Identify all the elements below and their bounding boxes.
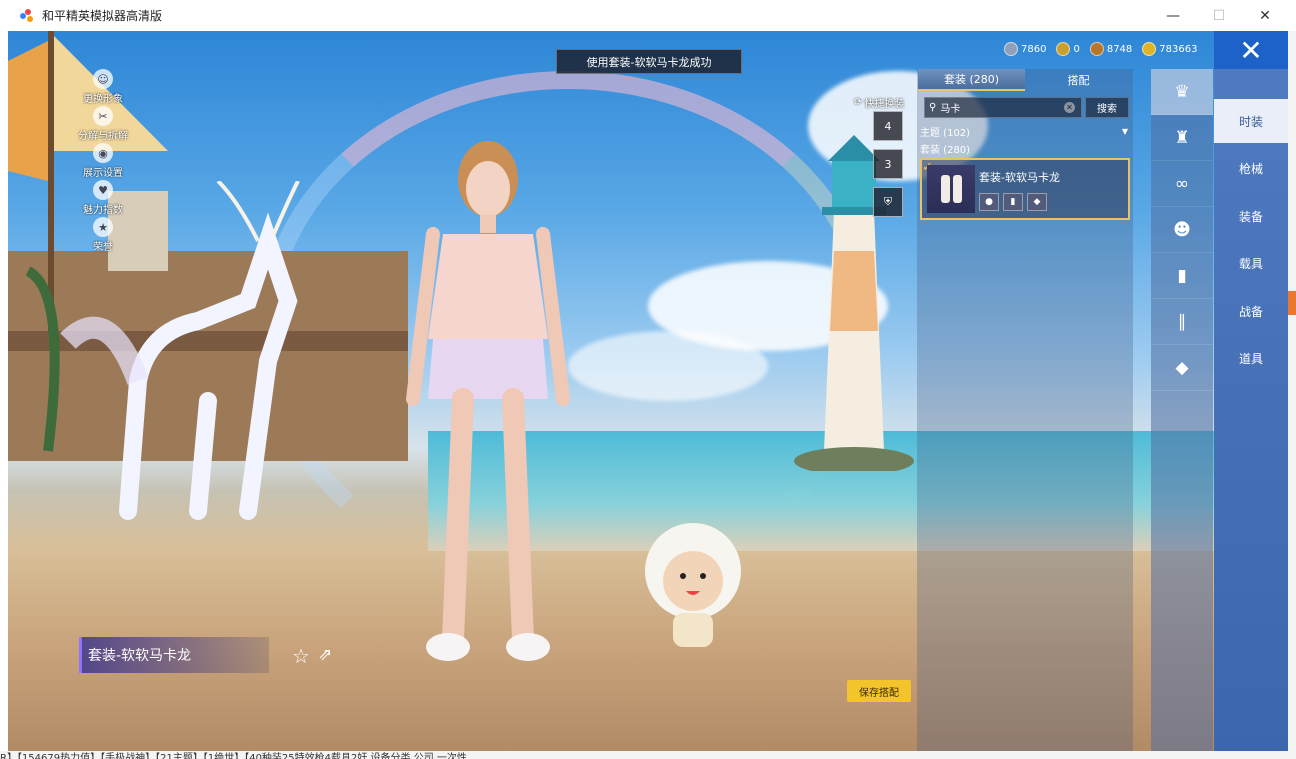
outfit-card-name: 套装-软软马卡龙	[979, 171, 1060, 184]
left-menu-item[interactable]: ★ 荣誉	[68, 217, 138, 254]
dropdown-arrow-icon: ▼	[1121, 126, 1128, 136]
title-bar: 和平精英模拟器高清版 — ☐ ✕	[8, 0, 1288, 31]
hat-icon: ●	[979, 193, 999, 211]
save-combo-button[interactable]: 保存搭配	[847, 680, 911, 702]
search-icon: ⚲	[929, 102, 937, 113]
category-tab[interactable]: 道具	[1214, 337, 1288, 381]
left-menu-item[interactable]: ♥ 魅力指数	[68, 180, 138, 217]
background-window-text: R】【154679热力值】【手极战神】【21主题】【1绝世】【40种装25特效枪…	[0, 751, 1296, 759]
category-tab[interactable]: 枪械	[1214, 147, 1288, 191]
currency-value: 783663	[1159, 43, 1198, 55]
outfit-thumbnail	[927, 165, 975, 213]
game-viewport: 使用套装-软软马卡龙成功 7860 0 8748 783663 ✕ ☺ 更换形象 ✂ 分解与…	[8, 31, 1288, 751]
theme-filter[interactable]: 主题 (102) ▼	[920, 123, 1128, 139]
close-panel-button[interactable]: ✕	[1214, 31, 1288, 69]
currency-item: 0	[1056, 42, 1080, 56]
quick-slot-armor[interactable]: ⛨	[873, 187, 903, 217]
gold-token-icon	[1056, 42, 1071, 56]
outfit-name-bar: 套装-软软马卡龙	[79, 637, 269, 673]
favorite-icon[interactable]: ☆	[292, 644, 310, 668]
window-title: 和平精英模拟器高清版	[42, 9, 163, 23]
category-tab[interactable]: 载具	[1214, 242, 1288, 286]
currency-bar: 7860 0 8748 783663	[1004, 39, 1197, 59]
refresh-icon: ⟳	[854, 97, 863, 108]
diamond-coin-icon	[1004, 42, 1018, 56]
honor-icon: ★	[93, 217, 113, 237]
top-icon: ▮	[1003, 193, 1023, 211]
category-tab[interactable]: 时装	[1214, 99, 1288, 143]
eye-icon: ◉	[93, 143, 113, 163]
left-menu-item[interactable]: ◉ 展示设置	[68, 143, 138, 180]
left-menu: ☺ 更换形象 ✂ 分解与拆解 ◉ 展示设置 ♥ 魅力指数 ★ 荣誉	[68, 69, 138, 254]
lighthouse-illustration	[794, 135, 914, 471]
category-tab[interactable]: 装备	[1214, 194, 1288, 238]
pants-icon[interactable]: ∥	[1151, 299, 1213, 345]
left-menu-label: 荣誉	[93, 242, 113, 253]
share-icon[interactable]: ⇗	[318, 645, 332, 665]
left-menu-label: 展示设置	[83, 168, 123, 179]
left-menu-label: 更换形象	[83, 94, 123, 105]
left-menu-label: 魅力指数	[83, 205, 123, 216]
charm-icon: ♥	[93, 180, 113, 200]
armor-icon: ⛨	[883, 195, 893, 208]
tab-combos[interactable]: 搭配	[1025, 69, 1132, 91]
outfit-card[interactable]: ✓ 套装-软软马卡龙 ● ▮ ◆	[920, 158, 1130, 220]
category-tab[interactable]: 战备	[1214, 289, 1288, 333]
glasses-icon[interactable]: ∞	[1151, 161, 1213, 207]
tab-suits[interactable]: 套装 (280)	[918, 69, 1025, 91]
shoes-icon: ◆	[1027, 193, 1047, 211]
clear-icon[interactable]: ✕	[1064, 102, 1075, 113]
background-window-edge	[1288, 31, 1296, 751]
suit-count: 套装 (280)	[920, 145, 971, 156]
shoes-icon[interactable]: ◆	[1151, 345, 1213, 391]
outfit-icon[interactable]: ♛	[1151, 69, 1213, 115]
currency-value: 8748	[1106, 43, 1133, 55]
left-menu-item[interactable]: ✂ 分解与拆解	[68, 106, 138, 143]
hat-icon[interactable]: ♜	[1151, 115, 1213, 161]
search-input[interactable]: ⚲ 马卡 ✕	[924, 97, 1082, 118]
close-window-button[interactable]: ✕	[1242, 0, 1288, 31]
success-toast: 使用套装-软软马卡龙成功	[556, 49, 742, 74]
quick-slot-4[interactable]: 4	[873, 111, 903, 141]
currency-value: 7860	[1021, 43, 1047, 55]
currency-value: 0	[1073, 43, 1080, 55]
bronze-coin-icon	[1089, 42, 1104, 56]
search-button[interactable]: 搜索	[1085, 97, 1129, 118]
person-icon: ☺	[93, 69, 113, 89]
top-icon[interactable]: ▮	[1151, 253, 1213, 299]
left-menu-item[interactable]: ☺ 更换形象	[68, 69, 138, 106]
quick-slot-3[interactable]: 3	[873, 149, 903, 179]
maximize-button[interactable]: ☐	[1196, 0, 1242, 31]
left-menu-label: 分解与拆解	[78, 131, 128, 142]
currency-item: 783663	[1142, 42, 1197, 56]
app-logo-icon	[20, 8, 34, 23]
panel-tabs: 套装 (280) 搭配	[918, 69, 1132, 91]
gold-coin-icon	[1142, 42, 1157, 56]
character-model	[406, 141, 570, 661]
dismantle-icon: ✂	[93, 106, 113, 126]
mask-icon[interactable]: ☻	[1151, 207, 1213, 253]
category-column: 时装 枪械 装备 载具 战备 道具	[1214, 69, 1288, 751]
slot-icon-column: ♛ ♜ ∞ ☻ ▮ ∥ ◆	[1151, 69, 1213, 751]
emulator-window: 和平精英模拟器高清版 — ☐ ✕ 使用套装-软软马卡龙成功 7860 0 874…	[0, 0, 1296, 759]
currency-item: 8748	[1089, 42, 1133, 56]
pet-sheep	[645, 523, 741, 647]
currency-item: 7860	[1004, 42, 1046, 56]
wardrobe-panel: 套装 (280) 搭配 ⚲ 马卡 ✕ 搜索 主题 (102) ▼ 套装 (280…	[917, 69, 1133, 751]
quick-switch-label: ⟳ 快捷换装	[854, 97, 905, 110]
minimize-button[interactable]: —	[1150, 0, 1196, 31]
